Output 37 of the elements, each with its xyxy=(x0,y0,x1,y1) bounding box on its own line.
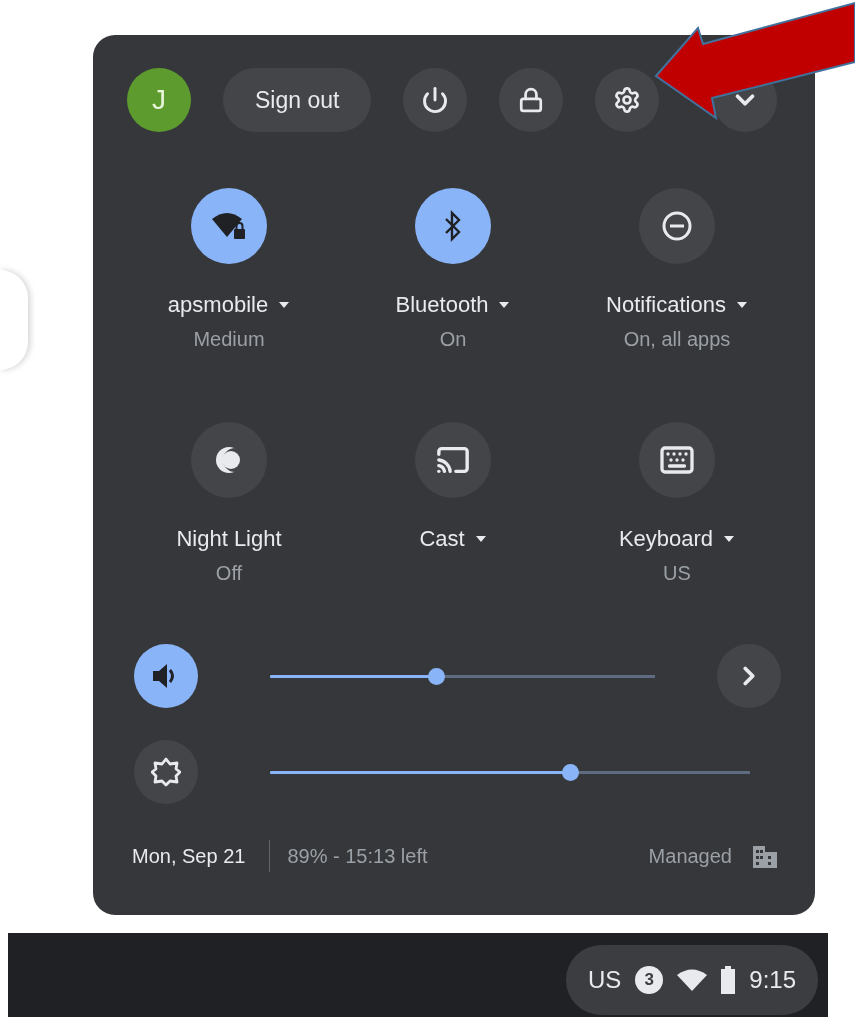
caret-icon xyxy=(474,535,487,543)
power-icon xyxy=(421,86,450,114)
moon-icon xyxy=(214,445,244,475)
feature-status: Off xyxy=(215,561,243,585)
clock-text: 9:15 xyxy=(749,966,796,994)
caret-icon xyxy=(735,301,748,309)
input-method-text: US xyxy=(587,966,622,994)
notification-count: 3 xyxy=(635,966,664,994)
feature-label[interactable]: Keyboard xyxy=(618,525,736,553)
caret-icon xyxy=(498,301,511,309)
sign-out-button[interactable]: Sign out xyxy=(223,68,372,132)
feature-label[interactable]: Cast xyxy=(419,525,487,553)
caret-icon xyxy=(723,535,736,543)
managed-button[interactable]: Managed xyxy=(648,843,778,869)
settings-icon xyxy=(613,86,642,114)
date-text: Mon, Sep 21 xyxy=(132,844,246,868)
feature-status: On xyxy=(439,327,467,351)
feature-label[interactable]: Bluetooth xyxy=(395,291,511,319)
slider-thumb[interactable] xyxy=(562,763,579,781)
minus-circle-icon xyxy=(661,210,693,242)
feature-label[interactable]: apsmobile xyxy=(167,291,291,319)
battery-icon xyxy=(721,966,736,994)
caret-icon xyxy=(278,301,291,309)
battery-status: 89% - 15:13 left xyxy=(287,844,428,868)
status-area[interactable]: US 3 9:15 xyxy=(565,945,818,1015)
brightness-icon xyxy=(151,757,181,787)
bluetooth-icon xyxy=(443,210,463,242)
lock-icon xyxy=(518,87,545,113)
wifi-icon xyxy=(677,969,708,991)
building-icon xyxy=(752,843,778,869)
slider-thumb[interactable] xyxy=(427,667,445,685)
feature-status: Medium xyxy=(193,327,265,351)
feature-status: On, all apps xyxy=(623,327,731,351)
feature-label[interactable]: Notifications xyxy=(606,291,748,319)
feature-status: US xyxy=(663,561,691,585)
wifi-lock-icon xyxy=(212,211,246,241)
feature-label[interactable]: Night Light xyxy=(176,525,282,553)
